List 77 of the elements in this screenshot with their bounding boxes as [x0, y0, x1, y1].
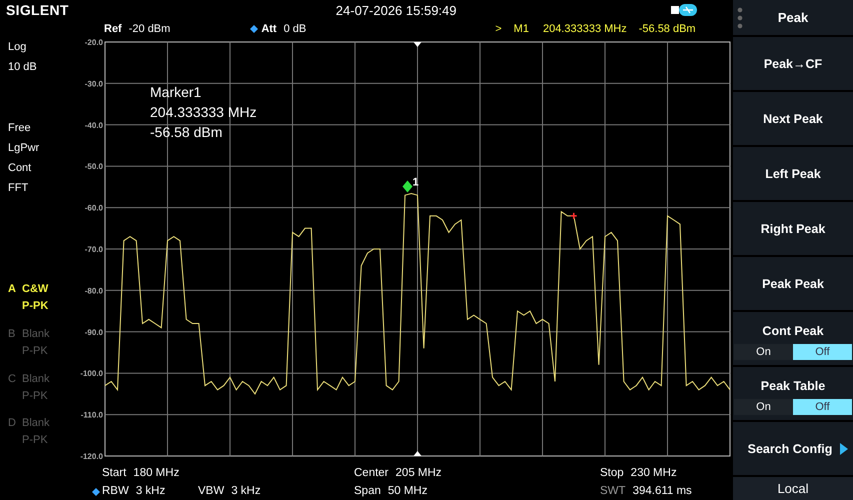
y-axis-label: -20.0: [84, 38, 103, 47]
date-time: 24-07-2026 15:59:49: [336, 2, 456, 18]
ref-label: Ref: [104, 22, 122, 34]
stop-value: 230 MHz: [630, 467, 677, 479]
softkey-label: Cont Peak: [762, 323, 824, 340]
trace-letter: B: [8, 326, 16, 342]
marker-arrow: >: [495, 22, 502, 34]
softkey-button[interactable]: Next Peak: [733, 92, 853, 145]
y-axis-label: -90.0: [84, 328, 103, 337]
y-axis-label: -80.0: [84, 286, 103, 296]
center-value: 205 MHz: [396, 467, 442, 479]
sweep-setting: FFT: [8, 180, 30, 196]
span-value: 50 MHz: [388, 485, 428, 497]
start-label: Start: [102, 467, 126, 479]
marker-readout: Marker1: [150, 84, 202, 100]
rbw-label: RBW: [102, 485, 129, 497]
stop-label: Stop: [600, 467, 624, 479]
marker-readout: 204.333333 MHz: [150, 104, 257, 120]
softkey-button[interactable]: Peak→CF: [733, 37, 853, 90]
toggle-option[interactable]: Off: [793, 344, 852, 360]
swt-label: SWT: [600, 485, 626, 497]
center-label: Center: [354, 467, 389, 479]
y-axis-label: -50.0: [84, 162, 103, 172]
trace-letter: D: [8, 416, 17, 432]
center-marker-icon: [414, 451, 422, 456]
marker-level: -56.58 dBm: [638, 22, 696, 34]
softkey-button[interactable]: Search Config: [733, 422, 853, 475]
trace-letter: A: [8, 282, 17, 298]
swt-value: 394.611 ms: [632, 485, 692, 497]
submenu-arrow-icon: [840, 442, 848, 454]
att-label: Att: [261, 22, 277, 34]
marker-name: M1: [514, 22, 529, 34]
scale-setting: 10 dB: [8, 60, 38, 75]
y-axis-label: -120.0: [80, 452, 103, 460]
marker-number: 1: [412, 176, 419, 188]
toggle-option[interactable]: Off: [793, 399, 852, 415]
trace-detector: P-PK: [22, 433, 49, 448]
y-axis-label: -70.0: [84, 245, 103, 254]
marker-frequency: 204.333333 MHz: [542, 22, 627, 34]
rbw-value: 3 kHz: [136, 485, 166, 497]
toggle-option[interactable]: On: [734, 399, 793, 415]
local-status: Local: [733, 477, 853, 500]
trace-type: Blank: [22, 326, 50, 342]
peak-marker-icon: [570, 212, 578, 220]
start-value: 180 MHz: [133, 467, 180, 479]
trace-type: C&W: [22, 282, 48, 298]
span-label: Span: [354, 485, 381, 497]
menu-title: Peak: [733, 0, 853, 35]
sweep-setting: Free: [8, 120, 32, 136]
trace-detector: P-PK: [22, 388, 49, 404]
softkey-label: Peak Table: [760, 378, 826, 395]
marker-icon: [402, 180, 412, 192]
sweep-setting: LgPwr: [8, 140, 40, 156]
att-value: 0 dB: [284, 22, 306, 34]
y-axis-label: -30.0: [84, 79, 103, 88]
y-axis-label: -110.0: [80, 410, 103, 420]
marker-readout: -56.58 dBm: [150, 124, 222, 140]
center-marker-icon: [414, 42, 422, 47]
y-axis-label: -100.0: [80, 369, 103, 378]
ref-value: -20 dBm: [128, 22, 170, 34]
more-icon: [737, 7, 743, 29]
y-axis-label: -40.0: [84, 120, 103, 130]
trace-type: Blank: [22, 416, 50, 432]
sweep-setting: Cont: [8, 160, 32, 176]
trace-letter: C: [8, 372, 17, 387]
softkey-button[interactable]: Left Peak: [733, 147, 853, 200]
vbw-label: VBW: [198, 485, 224, 497]
trace-detector: P-PK: [22, 344, 49, 359]
trace-detector: P-PK: [22, 299, 48, 314]
trace-type: Blank: [22, 372, 50, 387]
toggle-option[interactable]: On: [734, 344, 793, 360]
brand-logo: SIGLENT: [6, 2, 69, 18]
softkey-button[interactable]: Right Peak: [733, 202, 853, 255]
softkey-button[interactable]: Peak Peak: [733, 257, 853, 310]
y-axis-label: -60.0: [84, 204, 103, 213]
scale-setting: Log: [8, 40, 28, 55]
vbw-value: 3 kHz: [231, 485, 261, 497]
